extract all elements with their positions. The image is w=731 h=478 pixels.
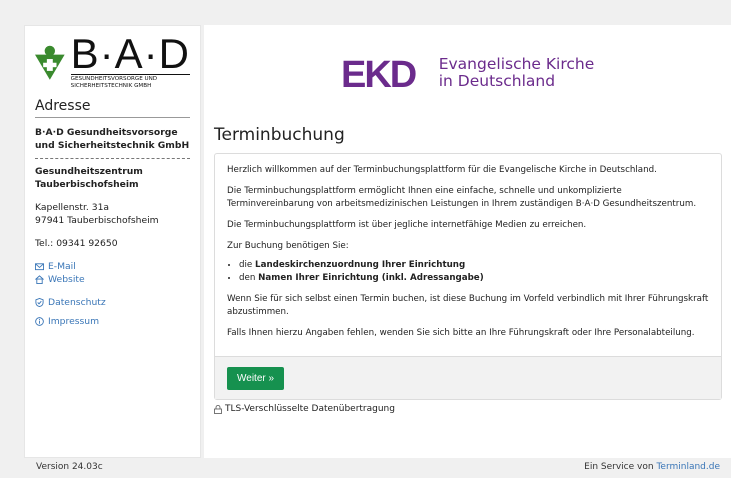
logo-letters: B·A·D — [70, 30, 190, 77]
envelope-icon — [35, 263, 44, 271]
logo-subtitle-1: GESUNDHEITSVORSORGE UND — [70, 76, 158, 82]
ekd-name-line1: Evangelische Kirche — [438, 54, 595, 73]
logo-subtitle-2: SICHERHEITSTECHNIK GMBH — [70, 83, 152, 89]
requirements-list: die Landeskirchenzuordnung Ihrer Einrich… — [239, 259, 709, 285]
imprint-label: Impressum — [48, 316, 100, 327]
booking-note: Wenn Sie für sich selbst einen Termin bu… — [227, 294, 709, 317]
sidebar-title: Adresse — [35, 98, 190, 118]
ekd-name-line2: in Deutschland — [438, 71, 556, 90]
website-label: Website — [48, 274, 85, 285]
ekd-logo: EKD Evangelische Kirche in Deutschland — [214, 25, 721, 120]
missing-info-note: Falls Ihnen hierzu Angaben fehlen, wende… — [227, 328, 695, 338]
privacy-link[interactable]: Datenschutz — [35, 296, 190, 309]
shield-check-icon — [35, 298, 44, 307]
service-credit: Ein Service von Terminland.de — [584, 462, 720, 472]
next-button[interactable]: Weiter » — [227, 367, 285, 390]
email-label: E-Mail — [48, 261, 76, 272]
website-link[interactable]: Website — [35, 273, 190, 286]
home-icon — [35, 275, 44, 284]
service-prefix: Ein Service von — [584, 462, 657, 472]
version-text: Version 24.03c — [36, 462, 103, 472]
privacy-label: Datenschutz — [48, 297, 106, 308]
requirements-intro: Zur Buchung benötigen Sie: — [227, 241, 349, 251]
ekd-logo-icon: EKD — [341, 56, 418, 90]
list-item: den Namen Ihrer Einrichtung (inkl. Adres… — [239, 272, 709, 285]
list-item: die Landeskirchenzuordnung Ihrer Einrich… — [239, 259, 709, 272]
main-content: EKD Evangelische Kirche in Deutschland T… — [204, 25, 731, 458]
center-name-line2: Tauberbischofsheim — [35, 179, 139, 190]
company-name-line2: und Sicherheitstechnik GmbH — [35, 140, 190, 151]
access-info: Die Terminbuchungsplattform ist über jeg… — [227, 220, 587, 230]
lock-icon — [214, 404, 222, 414]
terminland-link[interactable]: Terminland.de — [656, 462, 720, 472]
platform-description: Die Terminbuchungsplattform ermöglicht I… — [227, 186, 697, 209]
page-title: Terminbuchung — [214, 125, 345, 145]
svg-text:EKD: EKD — [341, 56, 416, 90]
imprint-link[interactable]: Impressum — [35, 315, 190, 328]
info-card: Herzlich willkommen auf der Terminbuchun… — [214, 153, 722, 400]
address-city: 97941 Tauberbischofsheim — [35, 215, 159, 226]
phone-number: Tel.: 09341 92650 — [35, 238, 118, 249]
center-name-line1: Gesundheitszentrum — [35, 166, 143, 177]
info-icon — [35, 317, 44, 326]
bad-logo: B·A·D GESUNDHEITSVORSORGE UND SICHERHEIT… — [35, 30, 190, 94]
address-street: Kapellenstr. 31a — [35, 202, 110, 213]
tls-notice: TLS-Verschlüsselte Datenübertragung — [214, 404, 721, 414]
company-name-line1: B·A·D Gesundheitsvorsorge — [35, 127, 178, 138]
welcome-text: Herzlich willkommen auf der Terminbuchun… — [227, 165, 657, 175]
tls-text: TLS-Verschlüsselte Datenübertragung — [225, 404, 395, 414]
bad-logo-icon — [35, 45, 65, 80]
sidebar: B·A·D GESUNDHEITSVORSORGE UND SICHERHEIT… — [24, 25, 201, 458]
email-link[interactable]: E-Mail — [35, 260, 190, 273]
